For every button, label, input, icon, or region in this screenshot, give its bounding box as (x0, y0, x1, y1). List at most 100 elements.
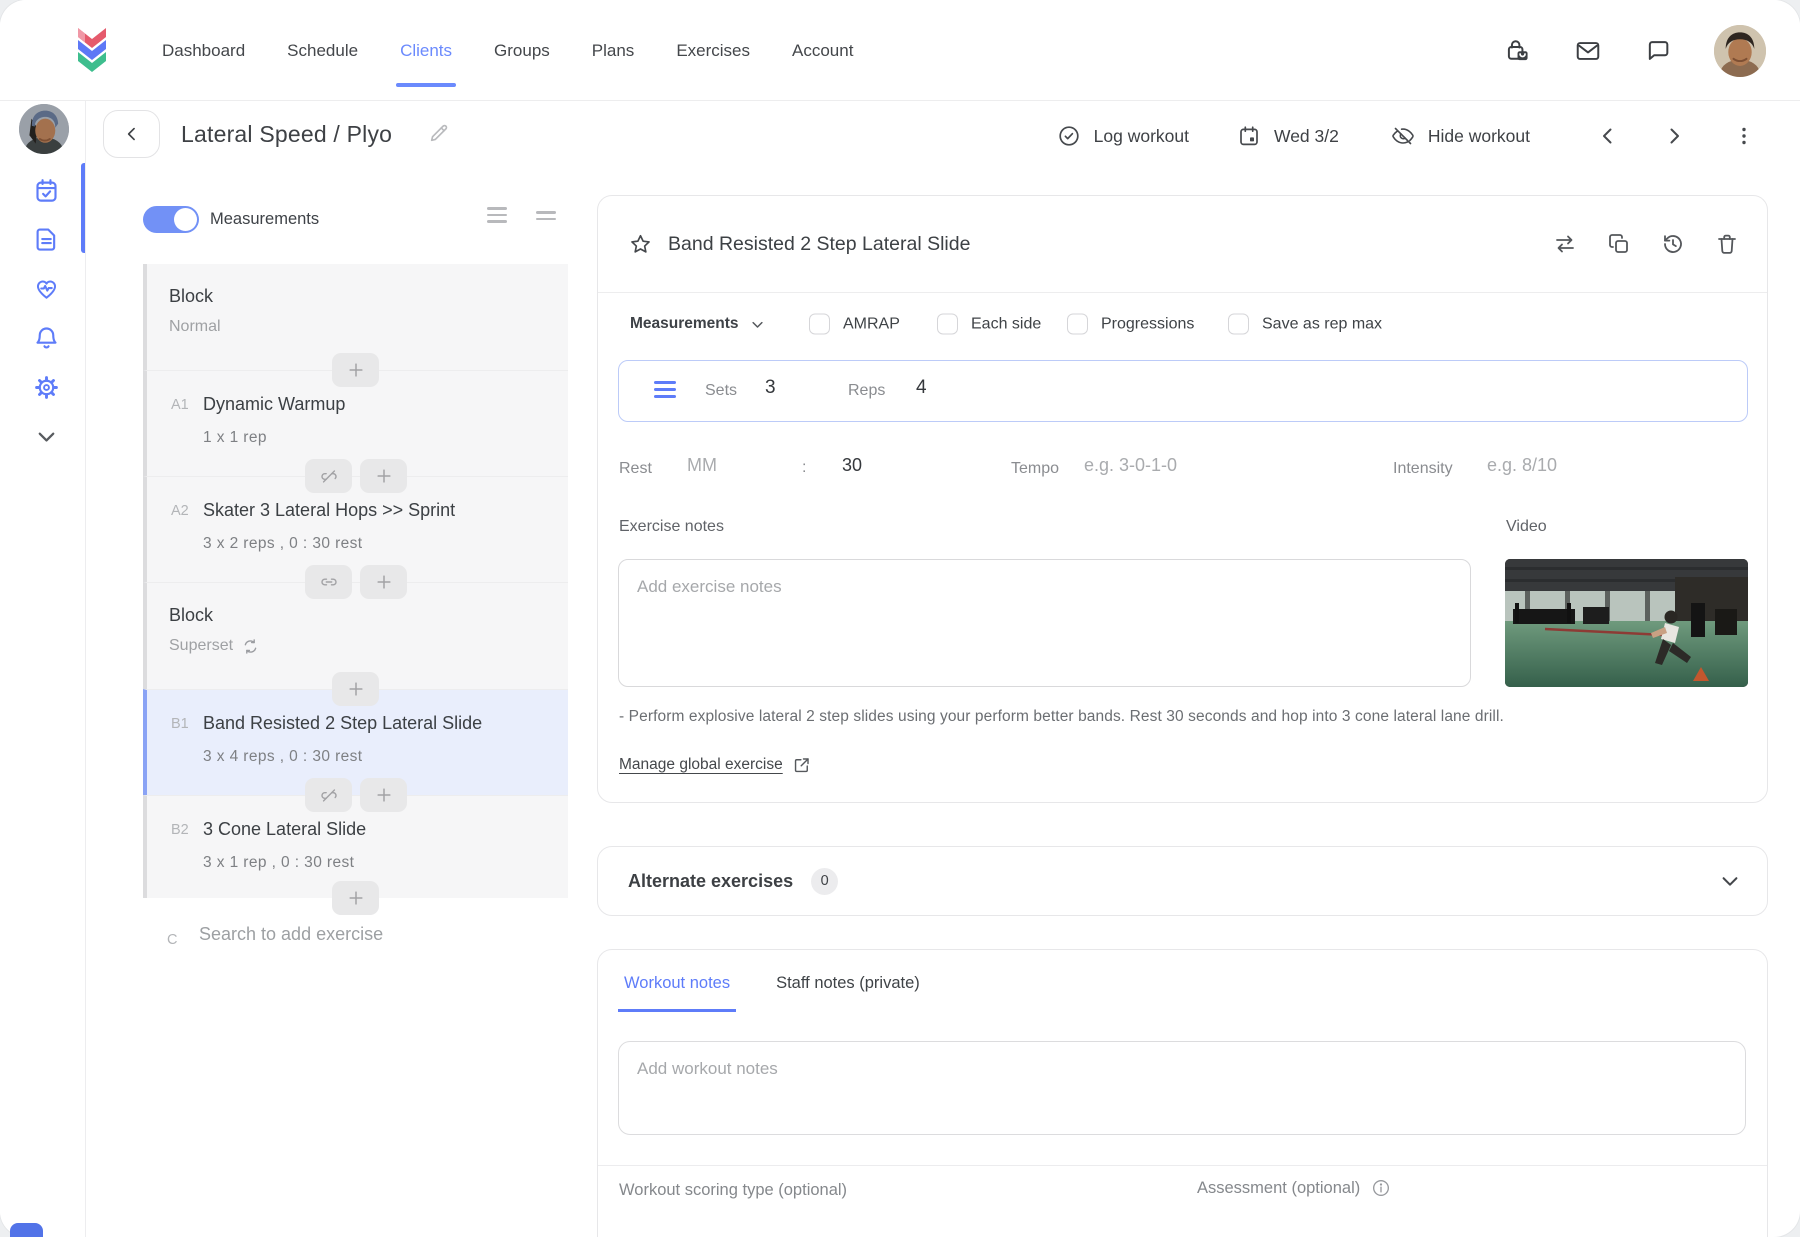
add-exercise-button[interactable] (360, 565, 407, 599)
nav-item-clients[interactable]: Clients (398, 33, 454, 69)
measurements-dropdown[interactable]: Measurements (630, 315, 765, 333)
star-icon[interactable] (628, 232, 653, 257)
hide-workout-button[interactable]: Hide workout (1391, 124, 1530, 148)
tempo-input[interactable] (1084, 455, 1274, 476)
drag-handle-icon[interactable] (654, 381, 676, 402)
exercise-block-list: Block Normal A1 Dynamic Warmup 1 x 1 rep… (143, 264, 568, 962)
exercise-notes-textarea[interactable] (618, 559, 1471, 687)
exercise-video-thumbnail[interactable] (1505, 559, 1748, 687)
calendar-check-icon[interactable] (33, 177, 60, 204)
chevron-down-icon[interactable] (33, 423, 60, 450)
add-exercise-button[interactable] (332, 881, 379, 915)
manage-global-exercise-link[interactable]: Manage global exercise (619, 756, 811, 774)
delete-exercise-icon[interactable] (1715, 232, 1739, 256)
measurements-toggle-label: Measurements (210, 210, 319, 229)
checkbox-box (1067, 314, 1088, 335)
info-icon[interactable] (1371, 1178, 1391, 1198)
checkbox-amrap[interactable]: AMRAP (809, 314, 900, 335)
reps-input[interactable] (916, 377, 968, 399)
gear-icon[interactable] (33, 374, 60, 401)
video-label: Video (1506, 518, 1547, 536)
next-day-button[interactable] (1662, 124, 1686, 148)
more-menu-button[interactable] (1732, 124, 1756, 148)
condensed-view-icon[interactable] (536, 211, 556, 224)
intensity-input[interactable] (1487, 455, 1637, 476)
assessment-label: Assessment (optional) (1197, 1179, 1360, 1198)
workout-header: Lateral Speed / Plyo Log workout Wed 3/2… (86, 101, 1800, 171)
search-add-exercise-row: C (143, 922, 568, 962)
workout-date-button[interactable]: Wed 3/2 (1237, 124, 1339, 148)
mail-icon[interactable] (1574, 37, 1602, 65)
add-exercise-button[interactable] (332, 672, 379, 706)
tempo-label: Tempo (1011, 460, 1059, 478)
prev-day-button[interactable] (1596, 124, 1620, 148)
rest-separator: : (802, 459, 806, 477)
workout-scoring-label: Workout scoring type (optional) (619, 1181, 847, 1200)
search-add-exercise-input[interactable] (199, 924, 529, 945)
nav-item-exercises[interactable]: Exercises (674, 33, 752, 69)
link-exercises-button[interactable] (305, 565, 352, 599)
log-workout-button[interactable]: Log workout (1057, 124, 1189, 148)
add-exercise-button[interactable] (332, 353, 379, 387)
bell-icon[interactable] (33, 324, 60, 351)
checkbox-box (937, 314, 958, 335)
rail-active-indicator (81, 163, 85, 253)
store-bag-icon[interactable] (1504, 37, 1532, 65)
global-exercise-note: - Perform explosive lateral 2 step slide… (619, 708, 1729, 726)
exercise-options-row: Measurements AMRAP Each side Progression… (598, 293, 1767, 355)
rest-label: Rest (619, 460, 652, 478)
chevron-down-icon (750, 317, 765, 332)
chat-icon[interactable] (1644, 37, 1672, 65)
nav-item-dashboard[interactable]: Dashboard (160, 33, 247, 69)
user-avatar[interactable] (1714, 25, 1766, 77)
nav-right (1504, 0, 1766, 101)
exercise-title: Band Resisted 2 Step Lateral Slide (668, 233, 970, 256)
checkbox-progressions[interactable]: Progressions (1067, 314, 1194, 335)
document-icon[interactable] (33, 226, 60, 253)
sets-input[interactable] (765, 377, 817, 399)
unlink-exercises-button[interactable] (305, 778, 352, 812)
top-nav: Dashboard Schedule Clients Groups Plans … (0, 0, 1800, 101)
list-item-a2[interactable]: A2 Skater 3 Lateral Hops >> Sprint 3 x 2… (143, 476, 568, 582)
edit-title-icon[interactable] (428, 122, 450, 144)
superset-cycle-icon[interactable] (242, 638, 259, 655)
history-icon[interactable] (1661, 232, 1685, 256)
alternate-exercises-card[interactable]: Alternate exercises 0 (597, 846, 1768, 916)
expanded-view-icon[interactable] (487, 207, 507, 227)
checkbox-box (1228, 314, 1249, 335)
rest-minutes-input[interactable] (687, 455, 777, 476)
sets-reps-row: Sets Reps (618, 360, 1748, 422)
chat-widget-peek[interactable] (10, 1223, 43, 1237)
nav-item-groups[interactable]: Groups (492, 33, 552, 69)
app-logo-icon[interactable] (70, 26, 114, 74)
tab-staff-notes[interactable]: Staff notes (private) (770, 950, 926, 1012)
workout-notes-card: Workout notes Staff notes (private) Work… (597, 949, 1768, 1237)
app-window: Dashboard Schedule Clients Groups Plans … (0, 0, 1800, 1237)
intensity-label: Intensity (1393, 460, 1453, 478)
swap-exercise-icon[interactable] (1553, 232, 1577, 256)
rest-seconds-input[interactable] (842, 455, 912, 476)
copy-exercise-icon[interactable] (1607, 232, 1631, 256)
chevron-down-icon[interactable] (1719, 870, 1741, 892)
alternate-count-badge: 0 (811, 868, 838, 895)
add-exercise-button[interactable] (360, 459, 407, 493)
heart-pulse-icon[interactable] (33, 275, 60, 302)
tab-workout-notes[interactable]: Workout notes (618, 950, 736, 1012)
nav-item-account[interactable]: Account (790, 33, 855, 69)
workout-notes-textarea[interactable] (618, 1041, 1746, 1135)
alternate-exercises-title: Alternate exercises (628, 871, 793, 892)
measurements-toggle[interactable] (143, 206, 199, 233)
nav-item-schedule[interactable]: Schedule (285, 33, 360, 69)
checkbox-each-side[interactable]: Each side (937, 314, 1041, 335)
unlink-exercises-button[interactable] (305, 459, 352, 493)
assessment-field: Assessment (optional) (1197, 1178, 1391, 1198)
add-exercise-button[interactable] (360, 778, 407, 812)
checkbox-save-rep-max[interactable]: Save as rep max (1228, 314, 1382, 335)
back-button[interactable] (103, 110, 160, 158)
client-avatar[interactable] (19, 104, 69, 154)
chevron-left-icon (1596, 124, 1620, 148)
nav-item-plans[interactable]: Plans (590, 33, 637, 69)
checkbox-box (809, 314, 830, 335)
exercise-notes-label: Exercise notes (619, 518, 724, 536)
page-title: Lateral Speed / Plyo (181, 121, 392, 148)
